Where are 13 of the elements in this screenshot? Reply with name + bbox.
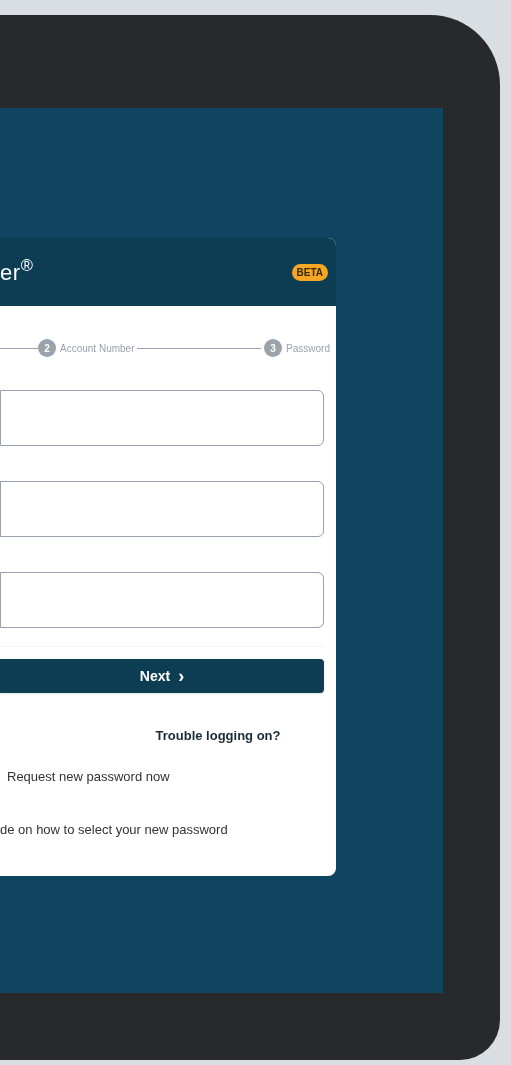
help-heading: Trouble logging on? <box>154 727 282 745</box>
help-link[interactable]: de on how to select your new password <box>0 820 228 840</box>
input-field[interactable] <box>0 481 324 537</box>
input-field[interactable] <box>0 572 324 628</box>
step-label: Account Number <box>60 341 135 356</box>
help-link[interactable]: Request new password now <box>7 766 170 786</box>
step-number: 3 <box>264 339 283 357</box>
step-number: 2 <box>38 339 56 357</box>
beta-badge: BETA <box>291 263 328 281</box>
step-label: Password <box>286 341 330 356</box>
card-title: er$^{®}$ <box>0 255 34 287</box>
input-field[interactable] <box>0 390 324 446</box>
next-button[interactable]: Next › <box>0 659 324 693</box>
